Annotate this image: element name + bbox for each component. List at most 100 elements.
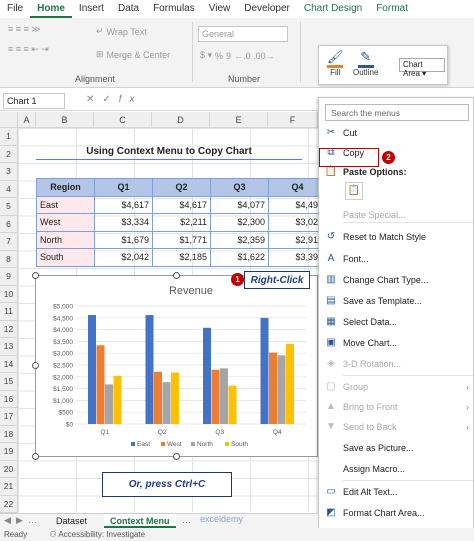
align-buttons-top[interactable]: ≡ ≡ ≡ ≫ xyxy=(8,24,41,35)
bar-south xyxy=(228,385,237,424)
row-header[interactable]: 3 xyxy=(0,163,18,181)
value-cell[interactable]: $2,359 xyxy=(210,230,269,249)
fx-icon[interactable]: fx xyxy=(119,94,143,105)
menu-item-edit-alt-text[interactable]: ▭ Edit Alt Text... xyxy=(319,483,474,500)
value-cell[interactable]: $4,077 xyxy=(210,195,269,214)
menu-item-assign-macro[interactable]: Assign Macro... xyxy=(319,460,474,477)
row-header[interactable]: 10 xyxy=(0,285,18,303)
column-header[interactable]: E xyxy=(210,112,268,128)
row-header[interactable]: 18 xyxy=(0,425,18,443)
value-cell[interactable]: $3,334 xyxy=(94,213,153,232)
value-cell[interactable]: $2,300 xyxy=(210,213,269,232)
column-header[interactable]: F xyxy=(268,112,318,128)
row-header[interactable]: 2 xyxy=(0,145,18,163)
row-header[interactable]: 1 xyxy=(0,128,18,146)
tab-nav-left-icon[interactable]: ◀ xyxy=(4,515,11,526)
column-header[interactable]: C xyxy=(94,112,152,128)
tab-format[interactable]: Format xyxy=(369,0,415,18)
row-header[interactable]: 12 xyxy=(0,320,18,338)
wrap-text-button[interactable]: ↵ Wrap Text xyxy=(96,26,147,37)
tab-home[interactable]: Home xyxy=(30,0,72,18)
value-cell[interactable]: $1,622 xyxy=(210,248,269,267)
tab-context-menu[interactable]: Context Menu xyxy=(104,514,176,528)
column-header[interactable]: A xyxy=(18,112,36,128)
row-header[interactable]: 7 xyxy=(0,233,18,251)
menu-item-cut[interactable]: ✂ Cut xyxy=(319,124,474,141)
table-header-cell[interactable]: Q3 xyxy=(210,178,269,197)
resize-handle[interactable] xyxy=(173,453,180,460)
menu-search-input[interactable]: Search the menus xyxy=(325,104,469,121)
value-cell[interactable]: $1,771 xyxy=(152,230,211,249)
column-header[interactable]: B xyxy=(36,112,94,128)
resize-handle[interactable] xyxy=(32,453,39,460)
align-buttons-bottom[interactable]: ≡ ≡ ≡ ⇤ ⇥ xyxy=(8,44,49,55)
menu-item-save-as-template[interactable]: ▤ Save as Template... xyxy=(319,292,474,309)
table-header-cell[interactable]: Region xyxy=(36,178,95,197)
cancel-icon[interactable]: ✕ xyxy=(86,94,102,105)
table-header-cell[interactable]: Q2 xyxy=(152,178,211,197)
row-header[interactable]: 6 xyxy=(0,215,18,233)
tab-data[interactable]: Data xyxy=(111,0,146,18)
select-all-corner[interactable] xyxy=(0,112,18,128)
row-header[interactable]: 4 xyxy=(0,180,18,198)
value-cell[interactable]: $2,211 xyxy=(152,213,211,232)
row-header[interactable]: 9 xyxy=(0,268,18,286)
tab-file[interactable]: File xyxy=(0,0,30,18)
region-cell[interactable]: East xyxy=(36,195,95,214)
x-tick-label: Q4 xyxy=(273,429,282,436)
resize-handle[interactable] xyxy=(32,362,39,369)
menu-item-font[interactable]: A Font... xyxy=(319,250,474,267)
tab-dataset[interactable]: Dataset xyxy=(50,514,93,528)
row-header[interactable]: 16 xyxy=(0,390,18,408)
row-header[interactable]: 5 xyxy=(0,198,18,216)
outline-button[interactable]: ✎ Outline xyxy=(353,49,378,77)
data-table: Region Q1 Q2 Q3 Q4 East $4,617 $4,617 $4,077 $4,… xyxy=(36,178,327,267)
table-header-cell[interactable]: Q1 xyxy=(94,178,153,197)
row-header[interactable]: 8 xyxy=(0,250,18,268)
merge-center-button[interactable]: ⊞ Merge & Center xyxy=(96,49,170,60)
revenue-chart[interactable]: Revenue $0 $500 $1,000 $1,500 $2,000 $2,500 $3,… xyxy=(35,275,318,457)
tab-insert[interactable]: Insert xyxy=(72,0,111,18)
tab-more-icon[interactable]: … xyxy=(182,515,191,525)
tab-nav-right-icon[interactable]: ▶ xyxy=(16,515,23,526)
row-header[interactable]: 22 xyxy=(0,495,18,513)
resize-handle[interactable] xyxy=(32,272,39,279)
chart-element-combo[interactable]: Chart Area ▾ xyxy=(399,58,445,78)
value-cell[interactable]: $2,042 xyxy=(94,248,153,267)
resize-handle[interactable] xyxy=(173,272,180,279)
menu-item-save-as-picture[interactable]: Save as Picture... xyxy=(319,439,474,456)
fill-button[interactable]: 🖌 Fill xyxy=(327,49,344,77)
row-header[interactable]: 20 xyxy=(0,460,18,478)
menu-item-change-chart-type[interactable]: ▥ Change Chart Type... xyxy=(319,271,474,288)
value-cell[interactable]: $4,617 xyxy=(94,195,153,214)
tab-chart-design[interactable]: Chart Design xyxy=(297,0,369,18)
enter-icon[interactable]: ✓ xyxy=(102,94,118,105)
value-cell[interactable]: $2,185 xyxy=(152,248,211,267)
row-header[interactable]: 21 xyxy=(0,478,18,496)
menu-item-select-data[interactable]: ▦ Select Data... xyxy=(319,313,474,330)
row-header[interactable]: 11 xyxy=(0,303,18,321)
column-header[interactable]: D xyxy=(152,112,210,128)
row-header[interactable]: 14 xyxy=(0,355,18,373)
menu-item-move-chart[interactable]: ▣ Move Chart... xyxy=(319,334,474,351)
menu-item-reset-to-match-style[interactable]: ↺ Reset to Match Style xyxy=(319,228,474,245)
region-cell[interactable]: North xyxy=(36,230,95,249)
row-header[interactable]: 13 xyxy=(0,338,18,356)
row-header[interactable]: 15 xyxy=(0,373,18,391)
value-cell[interactable]: $1,679 xyxy=(94,230,153,249)
tab-more-icon[interactable]: … xyxy=(28,515,37,525)
mini-toolbar: 🖌 Fill ✎ Outline Chart Area ▾ xyxy=(318,45,448,85)
menu-item-format-chart-area[interactable]: ◩ Format Chart Area... xyxy=(319,504,474,521)
row-header[interactable]: 17 xyxy=(0,408,18,426)
row-header[interactable]: 19 xyxy=(0,443,18,461)
tab-formulas[interactable]: Formulas xyxy=(146,0,202,18)
region-cell[interactable]: South xyxy=(36,248,95,267)
value-cell[interactable]: $4,617 xyxy=(152,195,211,214)
region-cell[interactable]: West xyxy=(36,213,95,232)
tab-view[interactable]: View xyxy=(202,0,238,18)
number-format-combo[interactable]: General xyxy=(198,26,288,42)
paste-option-icon[interactable]: 📋 xyxy=(345,182,363,200)
name-box[interactable]: Chart 1 xyxy=(3,93,65,109)
number-format-buttons[interactable]: $ ▾% 9 ←.0 .00→ xyxy=(200,50,275,61)
tab-developer[interactable]: Developer xyxy=(237,0,297,18)
